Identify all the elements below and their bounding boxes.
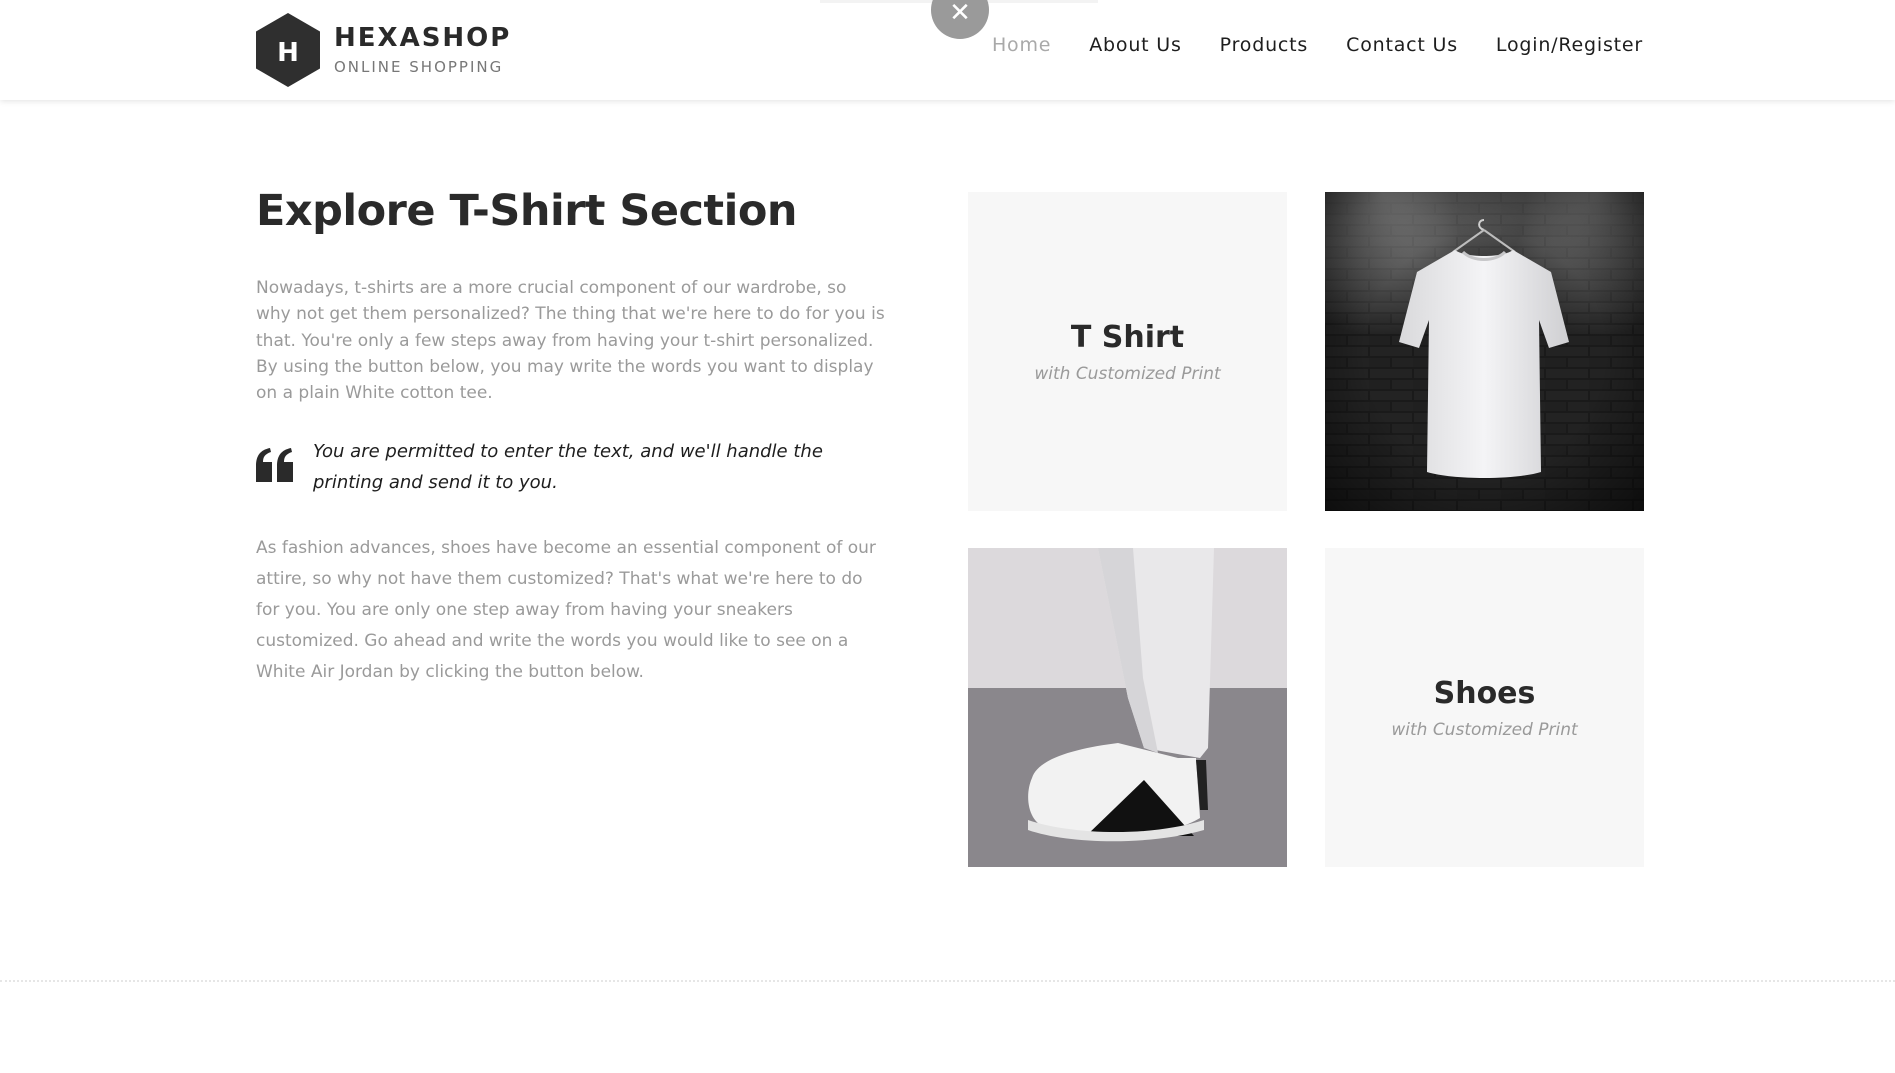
section-divider	[0, 980, 1895, 982]
tile-shoes-title: Shoes	[1433, 675, 1536, 711]
quote-block: You are permitted to enter the text, and…	[256, 436, 886, 498]
nav-products[interactable]: Products	[1220, 34, 1308, 56]
tile-tshirt[interactable]: T Shirt with Customized Print	[968, 192, 1287, 511]
logo-hexagon-icon: H	[256, 13, 320, 87]
tile-tshirt-subtitle: with Customized Print	[1034, 363, 1221, 384]
tile-shoes-subtitle: with Customized Print	[1391, 719, 1578, 740]
close-icon: ✕	[949, 0, 971, 28]
brand-subtitle: ONLINE SHOPPING	[334, 58, 504, 76]
sneakers-image	[968, 548, 1287, 867]
sneakers-photo	[968, 548, 1287, 867]
site-logo[interactable]: H HEXASHOP ONLINE SHOPPING	[256, 12, 511, 88]
tile-tshirt-title: T Shirt	[1070, 319, 1185, 355]
nav-home[interactable]: Home	[992, 34, 1051, 56]
quote-icon	[256, 436, 302, 498]
logo-letter: H	[277, 38, 299, 68]
main-nav: Home About Us Products Contact Us Login/…	[992, 34, 1643, 56]
brand-title: HEXASHOP	[334, 23, 512, 53]
shoes-description: As fashion advances, shoes have become a…	[256, 538, 876, 682]
nav-login-register[interactable]: Login/Register	[1496, 34, 1643, 56]
nav-contact-us[interactable]: Contact Us	[1346, 34, 1458, 56]
tshirt-image	[1325, 192, 1644, 511]
tshirt-description: Nowadays, t-shirts are a more crucial co…	[256, 278, 885, 404]
tshirt-photo	[1325, 192, 1644, 511]
logo-text: HEXASHOP ONLINE SHOPPING	[334, 23, 511, 77]
tile-shoes[interactable]: Shoes with Customized Print	[1325, 548, 1644, 867]
quote-text: You are permitted to enter the text, and…	[313, 441, 823, 493]
section-title: Explore T-Shirt Section	[256, 186, 798, 236]
nav-about-us[interactable]: About Us	[1089, 34, 1181, 56]
